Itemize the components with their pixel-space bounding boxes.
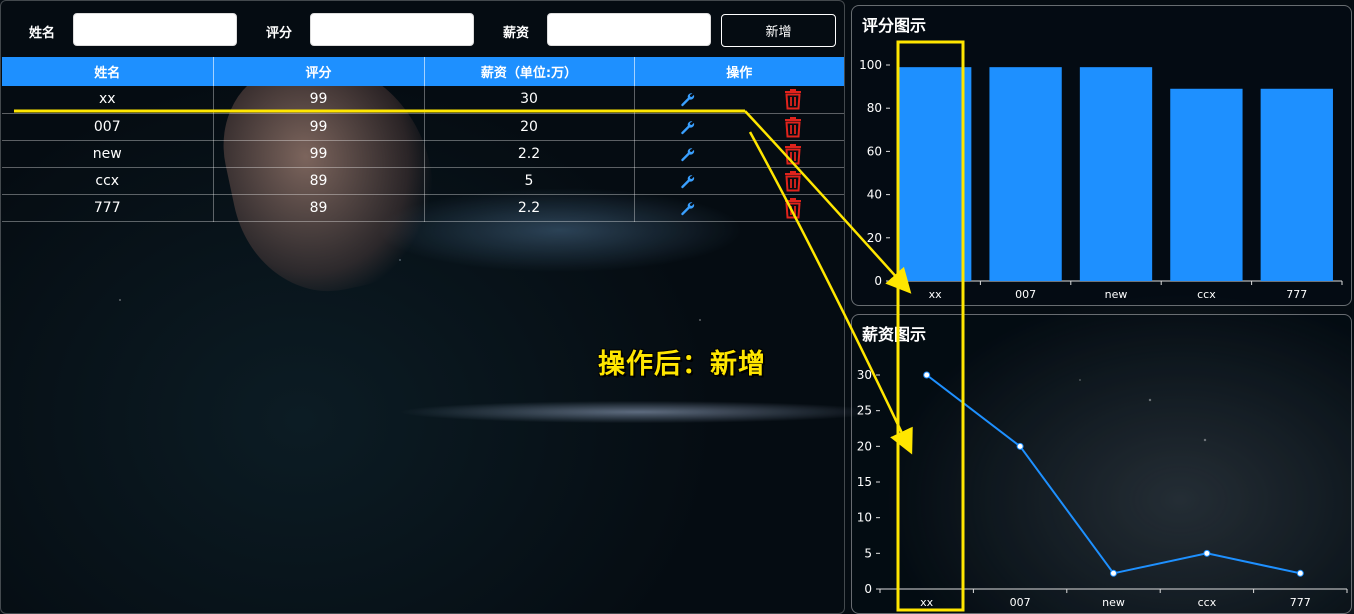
- y-tick-label: 20: [867, 231, 882, 245]
- trash-icon[interactable]: [783, 143, 803, 165]
- header-name: 姓名: [2, 57, 214, 86]
- x-tick-label: 007: [1015, 288, 1036, 301]
- cell-score: 89: [213, 194, 425, 222]
- header-salary: 薪资（单位:万）: [424, 57, 635, 86]
- table-row: 777 89 2.2: [2, 194, 844, 222]
- salary-point: [1203, 549, 1211, 557]
- y-tick-label: 10: [857, 511, 872, 525]
- score-bar: [1260, 88, 1333, 281]
- wrench-icon[interactable]: [679, 200, 695, 216]
- trash-icon[interactable]: [783, 197, 803, 219]
- x-tick-label: xx: [920, 596, 934, 609]
- table-row: ccx 89 5: [2, 167, 844, 195]
- x-tick-label: new: [1105, 288, 1128, 301]
- y-tick-label: 40: [867, 188, 882, 202]
- table-row: new 99 2.2: [2, 140, 844, 168]
- add-button[interactable]: 新增: [721, 14, 836, 47]
- cell-name: new: [2, 140, 214, 168]
- x-tick-label: ccx: [1198, 596, 1217, 609]
- employee-panel: 姓名 评分 薪资 新增 姓名 评分 薪资（单位:万） 操作 xx 99 30 007 9…: [0, 0, 845, 614]
- cell-name: 777: [2, 194, 214, 222]
- trash-icon[interactable]: [783, 116, 803, 138]
- cell-score: 99: [213, 86, 425, 114]
- header-score: 评分: [213, 57, 425, 86]
- wrench-icon[interactable]: [679, 173, 695, 189]
- y-tick-label: 0: [864, 582, 872, 596]
- cell-actions: [634, 86, 844, 114]
- salary-point: [1016, 442, 1024, 450]
- name-input[interactable]: [73, 13, 237, 46]
- y-tick-label: 5: [864, 546, 872, 560]
- wrench-icon[interactable]: [679, 91, 695, 107]
- table-header-row: 姓名 评分 薪资（单位:万） 操作: [2, 57, 844, 86]
- y-tick-label: 25: [857, 404, 872, 418]
- employee-table: 姓名 评分 薪资（单位:万） 操作 xx 99 30 007 99 20 new 99 2.2 c…: [2, 57, 844, 222]
- y-tick-label: 30: [857, 368, 872, 382]
- y-tick-label: 20: [857, 439, 872, 453]
- y-tick-label: 0: [874, 274, 882, 288]
- salary-point: [923, 371, 931, 379]
- name-label: 姓名: [28, 26, 55, 41]
- cell-actions: [634, 140, 844, 168]
- wrench-icon[interactable]: [679, 119, 695, 135]
- cell-salary: 30: [424, 86, 635, 114]
- salary-label: 薪资: [502, 26, 529, 41]
- cell-score: 99: [213, 113, 425, 141]
- cell-actions: [634, 113, 844, 141]
- cell-salary: 2.2: [424, 194, 635, 222]
- wrench-icon[interactable]: [679, 146, 695, 162]
- cell-score: 99: [213, 140, 425, 168]
- x-tick-label: 777: [1286, 288, 1307, 301]
- cell-salary: 20: [424, 113, 635, 141]
- x-tick-label: ccx: [1197, 288, 1216, 301]
- x-tick-label: xx: [929, 288, 943, 301]
- x-tick-label: 777: [1290, 596, 1311, 609]
- cell-name: 007: [2, 113, 214, 141]
- y-tick-label: 15: [857, 475, 872, 489]
- cell-actions: [634, 167, 844, 195]
- salary-point: [1110, 569, 1117, 577]
- cell-name: xx: [2, 86, 214, 114]
- score-bar: [989, 67, 1062, 281]
- score-input[interactable]: [310, 13, 474, 46]
- trash-icon[interactable]: [783, 170, 803, 192]
- cell-score: 89: [213, 167, 425, 195]
- salary-point: [1296, 569, 1304, 577]
- header-actions: 操作: [634, 57, 844, 86]
- cell-name: ccx: [2, 167, 214, 195]
- salary-chart-panel: 薪资图示 0 5 10 15 20 25 30 xx 007 new ccx 777: [851, 314, 1352, 614]
- score-bar: [1170, 88, 1243, 281]
- y-tick-label: 60: [867, 144, 882, 158]
- salary-line-chart: 0 5 10 15 20 25 30 xx 007 new ccx 777: [857, 368, 1348, 609]
- cell-salary: 5: [424, 167, 635, 195]
- x-tick-label: 007: [1010, 596, 1031, 609]
- score-bar: [1079, 67, 1153, 281]
- score-bar: [899, 67, 972, 281]
- score-chart-panel: 评分图示 0 20 40 60 80 100 xx 007 new ccx 777: [851, 5, 1352, 306]
- y-tick-label: 100: [859, 58, 882, 72]
- cell-actions: [634, 194, 844, 222]
- cell-salary: 2.2: [424, 140, 635, 168]
- x-tick-label: new: [1102, 596, 1125, 609]
- add-form: 姓名 评分 薪资 新增: [1, 1, 844, 57]
- trash-icon[interactable]: [783, 88, 803, 110]
- annotation-label: 操作后：新增: [598, 349, 766, 380]
- y-tick-label: 80: [867, 101, 882, 115]
- table-row: 007 99 20: [2, 113, 844, 141]
- salary-line: [926, 374, 1301, 575]
- score-bar-chart: 0 20 40 60 80 100 xx 007 new ccx 777: [859, 58, 1343, 301]
- salary-input[interactable]: [547, 13, 711, 46]
- score-label: 评分: [265, 26, 292, 41]
- table-row: xx 99 30: [2, 86, 844, 114]
